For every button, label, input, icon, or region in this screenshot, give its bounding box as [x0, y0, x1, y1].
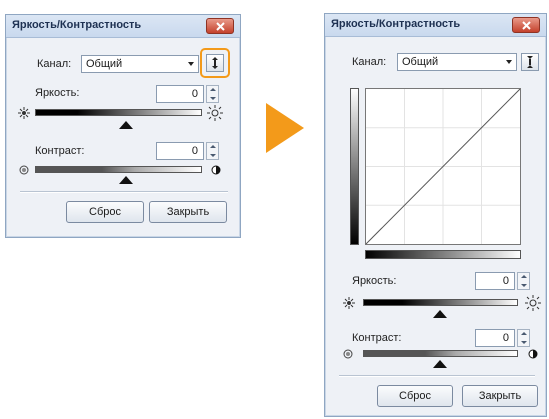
sun-small-icon: [343, 297, 355, 309]
input-gradient-bar: [365, 250, 521, 259]
dialog-title: Яркость/Контрастность: [331, 18, 461, 30]
contrast-slider-thumb[interactable]: [433, 360, 447, 368]
brightness-slider[interactable]: [363, 299, 518, 306]
contrast-input[interactable]: 0: [475, 329, 515, 347]
brightness-input[interactable]: 0: [156, 85, 204, 103]
channel-value: Общий: [402, 56, 439, 68]
separator: [20, 191, 228, 193]
sun-large-icon: [525, 295, 541, 311]
close-window-button[interactable]: [512, 17, 540, 33]
contrast-value: 0: [191, 145, 198, 157]
close-icon: [216, 22, 225, 31]
transition-arrow: [266, 103, 304, 153]
sun-small-icon: [18, 107, 30, 119]
reset-button[interactable]: Сброс: [377, 385, 453, 407]
brightness-slider[interactable]: [35, 109, 202, 116]
contrast-slider-thumb[interactable]: [119, 176, 133, 184]
brightness-value: 0: [191, 88, 198, 100]
brightness-contrast-dialog-expanded: Яркость/Контрастность Канал: Общий Яркос…: [324, 13, 547, 417]
contrast-high-icon: [211, 165, 221, 175]
expand-icon: [212, 57, 218, 69]
brightness-spinner[interactable]: [206, 85, 219, 103]
collapse-icon: [527, 56, 533, 68]
chevron-down-icon: [506, 60, 512, 64]
contrast-label: Контраст:: [35, 145, 85, 157]
sun-large-icon: [207, 105, 223, 121]
contrast-slider[interactable]: [363, 350, 518, 357]
contrast-value: 0: [502, 332, 509, 344]
brightness-label: Яркость:: [352, 275, 397, 287]
tone-curve: [366, 89, 520, 244]
brightness-slider-thumb[interactable]: [119, 121, 133, 129]
output-gradient-bar: [350, 88, 359, 245]
contrast-low-icon: [343, 349, 353, 359]
channel-label: Канал:: [352, 56, 387, 68]
brightness-spinner[interactable]: [517, 272, 530, 290]
title-bar: Яркость/Контрастность: [6, 15, 240, 38]
contrast-low-icon: [19, 165, 29, 175]
channel-value: Общий: [86, 58, 123, 70]
contrast-high-icon: [528, 349, 538, 359]
close-window-button[interactable]: [206, 18, 234, 34]
brightness-label: Яркость:: [35, 87, 80, 99]
channel-select[interactable]: Общий: [397, 53, 517, 71]
close-icon: [522, 21, 531, 30]
contrast-input[interactable]: 0: [156, 142, 204, 160]
brightness-input[interactable]: 0: [475, 272, 515, 290]
contrast-spinner[interactable]: [206, 142, 219, 160]
collapse-graph-button[interactable]: [521, 53, 539, 71]
brightness-value: 0: [502, 275, 509, 287]
expand-graph-button[interactable]: [206, 54, 224, 72]
contrast-spinner[interactable]: [517, 329, 530, 347]
tone-curve-graph[interactable]: [365, 88, 521, 245]
close-button[interactable]: Закрыть: [149, 201, 227, 223]
separator: [339, 375, 535, 377]
brightness-slider-thumb[interactable]: [433, 310, 447, 318]
reset-button[interactable]: Сброс: [66, 201, 144, 223]
close-button[interactable]: Закрыть: [462, 385, 538, 407]
channel-label: Канал:: [37, 58, 72, 70]
contrast-label: Контраст:: [352, 332, 402, 344]
dialog-title: Яркость/Контрастность: [12, 19, 142, 31]
title-bar: Яркость/Контрастность: [325, 14, 546, 37]
channel-select[interactable]: Общий: [81, 55, 199, 73]
brightness-contrast-dialog-compact: Яркость/Контрастность Канал: Общий Яркос…: [5, 14, 241, 238]
chevron-down-icon: [188, 62, 194, 66]
contrast-slider[interactable]: [35, 166, 202, 173]
